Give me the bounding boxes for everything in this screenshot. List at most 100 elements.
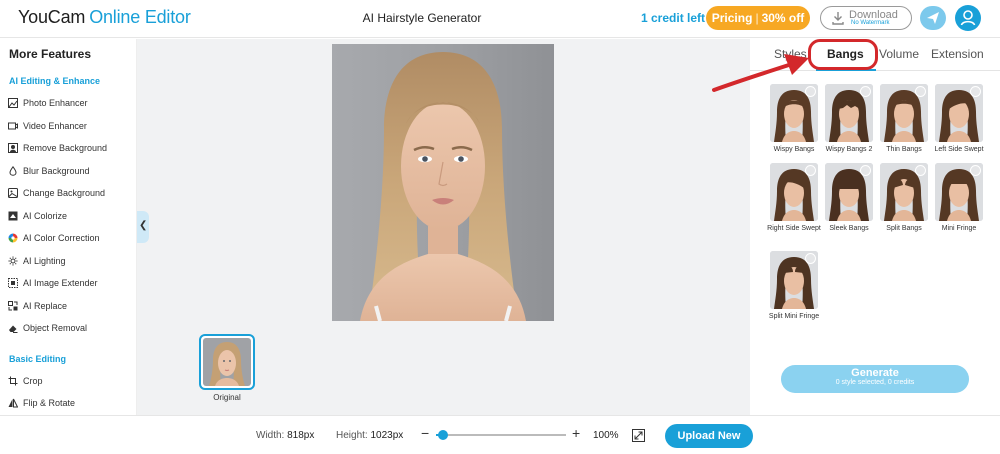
annotation-highlight	[808, 39, 878, 70]
send-button[interactable]	[920, 6, 946, 30]
height-label: Height:	[336, 430, 368, 441]
zoom-in-button[interactable]: +	[572, 425, 580, 441]
sidebar-item-ai-replace[interactable]: AI Replace	[8, 298, 133, 314]
remove-bg-icon	[8, 143, 18, 153]
zoom-value: 100%	[593, 430, 619, 441]
style-thumbnail	[770, 251, 818, 309]
height-value: 1023px	[370, 430, 404, 441]
main-photo	[332, 44, 554, 321]
style-label: Sleek Bangs	[829, 225, 869, 232]
top-bar: YouCam Online Editor AI Hairstyle Generat…	[0, 0, 1000, 38]
select-radio[interactable]	[805, 165, 816, 176]
style-label: Mini Fringe	[941, 225, 977, 232]
sidebar-item-change-background[interactable]: Change Background	[8, 185, 133, 201]
sidebar-item-ai-lighting[interactable]: AI Lighting	[8, 253, 133, 269]
sidebar-item-ai-color-correction[interactable]: AI Color Correction	[8, 230, 133, 246]
fit-screen-icon[interactable]	[632, 429, 645, 442]
chevron-left-icon: ❮	[139, 220, 148, 231]
sidebar-item-label: Change Background	[23, 188, 106, 198]
droplet-icon	[9, 166, 17, 176]
pricing-discount: 30% off	[761, 11, 805, 25]
select-radio[interactable]	[805, 253, 816, 264]
style-thumbnail	[825, 163, 873, 221]
sidebar-item-label: Flip & Rotate	[23, 398, 76, 408]
zoom-out-button[interactable]: −	[421, 425, 429, 441]
style-card[interactable]: Mini Fringe	[935, 163, 983, 233]
image-width: Width: 818px	[256, 430, 314, 441]
thumbnail-label: Original	[213, 393, 241, 402]
style-card[interactable]: Left Side Swept	[934, 84, 984, 154]
style-card[interactable]: Right Side Swept	[767, 163, 821, 233]
colorize-icon	[8, 211, 18, 221]
sidebar-item-ai-colorize[interactable]: AI Colorize	[8, 208, 133, 224]
width-value: 818px	[287, 430, 315, 441]
style-label: Split Mini Fringe	[768, 313, 820, 320]
sidebar-item-label: Crop	[23, 376, 43, 386]
download-button[interactable]: Download No Watermark	[820, 6, 912, 30]
sidebar-item-crop[interactable]: Crop	[8, 373, 133, 389]
image-height: Height: 1023px	[336, 430, 403, 441]
sidebar: More Features AI Editing & Enhance Photo…	[0, 39, 137, 415]
sun-icon	[8, 256, 18, 266]
sidebar-item-label: Remove Background	[23, 143, 108, 153]
collapse-sidebar-button[interactable]: ❮	[137, 211, 149, 243]
original-thumbnail[interactable]	[199, 334, 255, 390]
flip-icon	[8, 398, 18, 408]
style-card[interactable]: Split Bangs	[880, 163, 928, 233]
style-label: Split Bangs	[886, 225, 922, 232]
canvas-area: Original	[137, 39, 750, 415]
select-radio[interactable]	[860, 165, 871, 176]
sidebar-item-label: AI Replace	[23, 301, 68, 311]
style-card[interactable]: Split Mini Fringe	[769, 251, 819, 321]
style-card[interactable]: Sleek Bangs	[825, 163, 873, 233]
generate-button[interactable]: Generate 0 style selected, 0 credits	[781, 365, 969, 393]
sidebar-item-label: AI Image Extender	[23, 278, 98, 288]
style-thumbnail	[935, 163, 983, 221]
right-panel: Styles Bangs Volume Extension Wispy Bang…	[750, 39, 1000, 415]
download-sublabel: No Watermark	[851, 20, 890, 26]
thumbnail-image	[203, 338, 251, 386]
paper-plane-icon	[927, 12, 939, 24]
zoom-slider-handle[interactable]	[437, 430, 448, 440]
select-radio[interactable]	[915, 86, 926, 97]
style-thumbnail	[770, 163, 818, 221]
sidebar-item-blur-background[interactable]: Blur Background	[8, 163, 133, 179]
style-card[interactable]: Thin Bangs	[880, 84, 928, 154]
style-label: Wispy Bangs	[773, 146, 815, 153]
account-button[interactable]	[955, 5, 981, 31]
annotation-arrow	[712, 54, 809, 92]
bottom-toolbar: Width: 818px Height: 1023px − + 100% Upl…	[0, 415, 1000, 454]
sidebar-item-ai-image-extender[interactable]: AI Image Extender	[8, 275, 133, 291]
select-radio[interactable]	[970, 86, 981, 97]
user-icon	[960, 10, 976, 26]
style-thumbnail	[825, 84, 873, 142]
style-thumbnail	[935, 84, 983, 142]
style-label: Wispy Bangs 2	[825, 146, 873, 153]
sidebar-item-flip-rotate[interactable]: Flip & Rotate	[8, 395, 133, 411]
tab-volume[interactable]: Volume	[879, 47, 919, 61]
sidebar-item-label: AI Color Correction	[23, 233, 100, 243]
sidebar-item-photo-enhancer[interactable]: Photo Enhancer	[8, 95, 133, 111]
style-label: Left Side Swept	[934, 146, 984, 153]
pricing-button[interactable]: Pricing | 30% off	[706, 6, 810, 30]
replace-icon	[8, 301, 18, 311]
sidebar-item-object-removal[interactable]: Object Removal	[8, 320, 133, 336]
sidebar-item-remove-background[interactable]: Remove Background	[8, 140, 133, 156]
eraser-icon	[9, 325, 18, 333]
credits-left[interactable]: 1 credit left	[641, 11, 705, 25]
section-basic-editing: Basic Editing	[9, 354, 67, 364]
style-label: Thin Bangs	[886, 146, 922, 153]
select-radio[interactable]	[915, 165, 926, 176]
sidebar-item-video-enhancer[interactable]: Video Enhancer	[8, 118, 133, 134]
sidebar-item-label: Photo Enhancer	[23, 98, 88, 108]
color-wheel-icon	[8, 233, 18, 243]
zoom-slider-track[interactable]	[436, 434, 566, 436]
generate-sublabel: 0 style selected, 0 credits	[835, 379, 915, 386]
sidebar-item-label: Blur Background	[23, 166, 90, 176]
upload-new-button[interactable]: Upload New	[665, 424, 753, 448]
sidebar-title: More Features	[9, 47, 92, 61]
style-card[interactable]: Wispy Bangs 2	[825, 84, 873, 154]
select-radio[interactable]	[970, 165, 981, 176]
select-radio[interactable]	[860, 86, 871, 97]
tab-extension[interactable]: Extension	[931, 47, 984, 61]
